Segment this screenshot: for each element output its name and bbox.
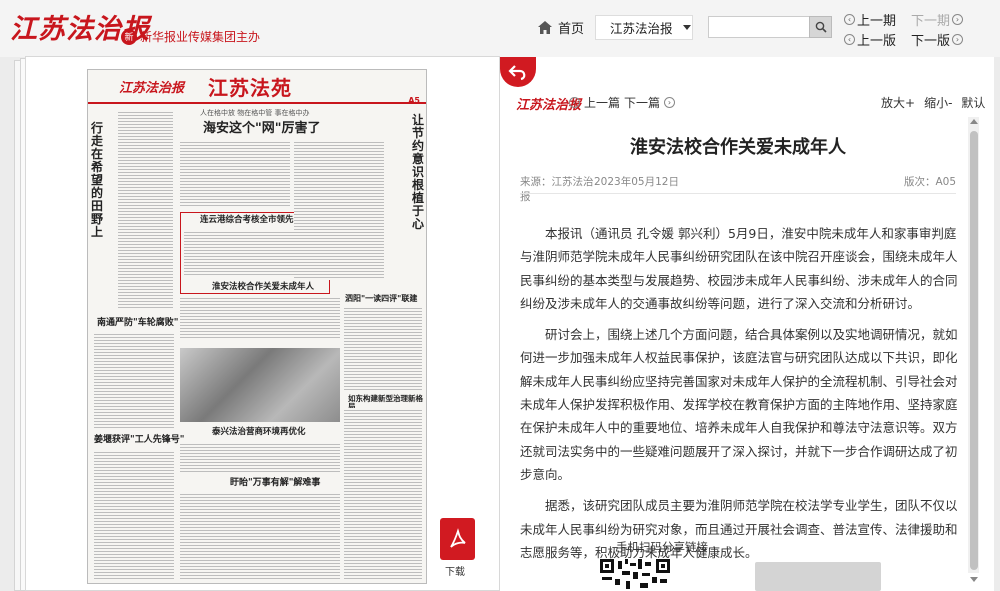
next-page-link[interactable]: 下一版 › bbox=[911, 30, 964, 49]
np-text-column bbox=[94, 450, 174, 580]
np-headline-nantong[interactable]: 南通严防"车轮腐败" bbox=[97, 318, 178, 329]
article-title: 淮安法校合作关爱未成年人 bbox=[630, 137, 846, 158]
next-page-label: 下一版 bbox=[911, 34, 951, 49]
scroll-down-arrow-icon[interactable] bbox=[970, 577, 978, 582]
article-body: 本报讯（通讯员 孔令媛 郭兴利）5月9日，淮安中院未成年人和家事审判庭与淮阴师范… bbox=[520, 222, 960, 572]
zoom-out-button[interactable]: 缩小- bbox=[924, 94, 952, 111]
prev-page-link[interactable]: ‹ 上一版 bbox=[844, 30, 896, 49]
qr-share-label: 手机扫码分享链接 bbox=[616, 540, 708, 554]
np-text-column bbox=[180, 140, 290, 208]
home-icon bbox=[538, 21, 552, 34]
next-issue-link[interactable]: 下一期 › bbox=[911, 10, 964, 29]
np-headline-siyang[interactable]: 泗阳"一读四评"联建 bbox=[345, 294, 417, 303]
np-headline-left[interactable]: 行走在希望的田野上 bbox=[91, 122, 105, 239]
np-text-column bbox=[180, 296, 340, 340]
chevron-left-icon: ‹ bbox=[844, 34, 855, 45]
np-headline-huaian[interactable]: 淮安法校合作关爱未成年人 bbox=[212, 282, 314, 292]
scroll-up-arrow-icon[interactable] bbox=[970, 119, 978, 124]
prev-issue-link[interactable]: ‹ 上一期 bbox=[844, 10, 896, 29]
np-text-column bbox=[180, 442, 340, 474]
article-meta: 来源：江苏法治报 2023年05月12日 版次：A05 bbox=[520, 174, 956, 204]
next-article-link[interactable]: 下一篇 bbox=[624, 94, 660, 111]
chevron-left-icon: ‹ bbox=[569, 97, 580, 108]
np-headline-xuyi[interactable]: 盱眙"万事有解"解难事 bbox=[230, 478, 320, 489]
prev-page-label: 上一版 bbox=[857, 34, 897, 49]
article-paragraph: 本报讯（通讯员 孔令媛 郭兴利）5月9日，淮安中院未成年人和家事审判庭与淮阴师范… bbox=[520, 226, 958, 311]
share-panel bbox=[755, 562, 881, 591]
np-text-column bbox=[180, 492, 340, 580]
chevron-right-icon: › bbox=[952, 14, 964, 25]
newspaper-page-title: 江苏法苑 bbox=[208, 75, 293, 100]
np-headline-taixing[interactable]: 泰兴法治营商环境再优化 bbox=[212, 427, 306, 437]
article-pagination: ‹ 上一篇 下一篇 › bbox=[569, 94, 676, 111]
newspaper-page-image[interactable]: 江苏法治报 江苏法苑 A5 人在格中放 物在格中管 事在格中办 海安这个"网"厉… bbox=[87, 69, 427, 584]
np-headline-right[interactable]: 让节约意识根植于心 bbox=[412, 114, 426, 231]
zoom-controls: 放大+ 缩小- 默认 bbox=[881, 94, 985, 111]
newspaper-masthead: 江苏法治报 江苏法苑 bbox=[88, 70, 426, 104]
np-headline-lead[interactable]: 海安这个"网"厉害了 bbox=[203, 121, 321, 136]
np-text-column bbox=[118, 110, 173, 310]
qr-code-pattern bbox=[600, 559, 670, 589]
home-link[interactable]: 首页 bbox=[538, 18, 584, 37]
pdf-download-button[interactable] bbox=[440, 518, 475, 560]
back-arrow-icon bbox=[508, 65, 526, 81]
publisher-text: 新华报业传媒集团主办 bbox=[140, 30, 261, 44]
edition-select[interactable]: 江苏法治报 bbox=[595, 15, 693, 40]
article-paragraph: 研讨会上，围绕上述几个方面问题，结合具体案例以及实地调研情况，就如何进一步加强未… bbox=[520, 327, 958, 482]
chevron-right-icon: › bbox=[664, 97, 676, 108]
newspaper-logo: 江苏法治报 bbox=[119, 80, 185, 96]
search-button[interactable] bbox=[809, 16, 832, 38]
article-source: 来源：江苏法治报 bbox=[520, 176, 594, 203]
top-bar: 江苏法治报 新 新华报业传媒集团主办 首页 江苏法治报 ‹ 上一期 下一期 › … bbox=[0, 0, 1000, 57]
next-issue-label: 下一期 bbox=[911, 14, 951, 29]
search-icon bbox=[815, 21, 827, 33]
edition-selected-value: 江苏法治报 bbox=[610, 21, 673, 36]
np-text-column bbox=[184, 230, 324, 276]
publisher-logo-icon: 新 bbox=[121, 28, 137, 45]
np-text-column bbox=[344, 408, 422, 580]
prev-issue-label: 上一期 bbox=[857, 14, 897, 29]
np-text-column bbox=[94, 332, 174, 430]
chevron-down-icon bbox=[682, 25, 691, 30]
zoom-in-button[interactable]: 放大+ bbox=[881, 94, 915, 111]
prev-article-link[interactable]: 上一篇 bbox=[584, 94, 620, 111]
article-date: 2023年05月12日 bbox=[594, 176, 679, 188]
np-text-column bbox=[344, 306, 422, 390]
pdf-icon bbox=[449, 528, 466, 548]
newspaper-page-id: A5 bbox=[408, 96, 420, 105]
article-paragraph: 据悉，该研究团队成员主要为淮阴师范学院在校法学专业学生，团队不仅以未成年人民事纠… bbox=[520, 498, 958, 560]
pdf-download-label[interactable]: 下载 bbox=[445, 563, 465, 578]
chevron-left-icon: ‹ bbox=[844, 14, 855, 25]
zoom-default-button[interactable]: 默认 bbox=[961, 94, 985, 111]
home-label: 首页 bbox=[558, 22, 585, 37]
np-photo bbox=[180, 348, 340, 422]
np-headline-jiangyan[interactable]: 姜堰获评"工人先锋号" bbox=[94, 435, 184, 446]
search-input[interactable] bbox=[708, 16, 810, 38]
np-headline-lianyungang[interactable]: 连云港综合考核全市领先 bbox=[200, 215, 294, 225]
qr-code bbox=[600, 559, 670, 591]
chevron-right-icon: › bbox=[952, 34, 964, 45]
np-kicker: 人在格中放 物在格中管 事在格中办 bbox=[200, 109, 310, 117]
publisher-tagline: 新 新华报业传媒集团主办 bbox=[121, 28, 260, 45]
article-panel: 江苏法治报 ‹ 上一篇 下一篇 › 放大+ 缩小- 默认 淮安法校合作关爱未成年… bbox=[500, 57, 994, 591]
article-edition: 版次：A05 bbox=[903, 176, 956, 188]
divider bbox=[520, 193, 956, 194]
scrollbar-thumb[interactable] bbox=[970, 131, 978, 570]
